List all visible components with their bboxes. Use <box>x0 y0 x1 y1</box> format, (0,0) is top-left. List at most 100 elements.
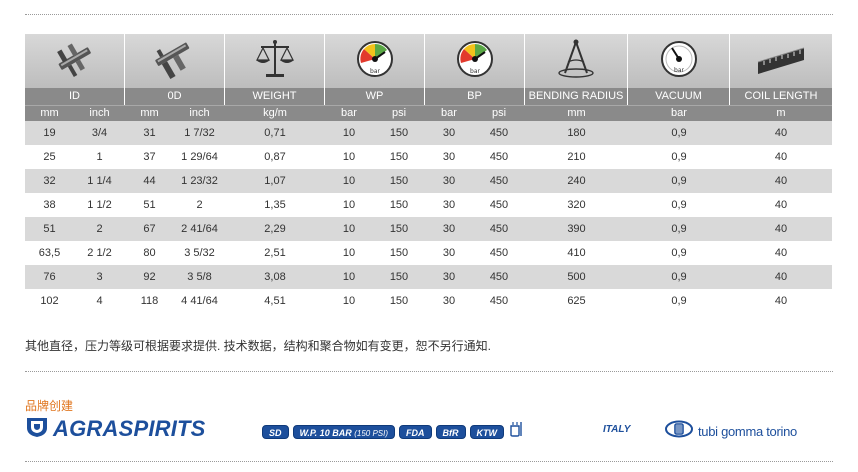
table-cell: 150 <box>389 247 409 259</box>
table-cell: 3,08 <box>264 271 286 283</box>
table-cell: 3 5/8 <box>187 271 212 283</box>
footnote: 其他直径，压力等级可根据要求提供. 技术数据，结构和聚合物如有变更，恕不另行通知… <box>25 339 492 353</box>
middle-divider <box>25 371 833 372</box>
table-cell: 30 <box>442 151 456 163</box>
column-header-od: 0D <box>125 88 225 105</box>
table-cell: 3/4 <box>91 127 108 139</box>
unit-label: mm <box>567 107 586 119</box>
column-header-bp: BP <box>425 88 525 105</box>
unit-row: mm inch mm inch kg/m bar psi bar psi mm bar m <box>25 105 832 121</box>
table-cell: 30 <box>442 199 456 211</box>
header-icon-cell-weight <box>225 34 325 88</box>
table-cell: 2 <box>196 199 203 211</box>
table-cell: 10 <box>342 247 356 259</box>
shield-icon <box>25 416 49 443</box>
table-cell: 10 <box>342 127 356 139</box>
table-cell: 30 <box>442 127 456 139</box>
unit-label: bar <box>671 107 687 119</box>
maker-name: tubi gomma torino <box>698 424 797 439</box>
table-cell: 180 <box>567 127 586 139</box>
table-cell: 150 <box>389 223 409 235</box>
table-cell: 51 <box>43 223 56 235</box>
table-row: 102 4 118 4 41/64 4,51 10 150 30 450 625 0,9 40 <box>25 289 832 313</box>
table-cell: 2 41/64 <box>181 223 218 235</box>
tgt-emblem-icon <box>664 420 694 443</box>
badge-label: W.P. 10 BAR <box>299 427 352 438</box>
table-cell: 150 <box>389 175 409 187</box>
table-cell: 0,9 <box>671 175 687 187</box>
svg-text:bar: bar <box>674 67 684 74</box>
column-header-bending: BENDING RADIUS <box>525 88 628 105</box>
table-cell: 30 <box>442 247 456 259</box>
table-cell: 40 <box>774 271 788 283</box>
table-cell: 2,51 <box>264 247 286 259</box>
table-cell: 67 <box>143 223 156 235</box>
table-cell: 150 <box>389 151 409 163</box>
unit-label: bar <box>341 107 357 119</box>
table-cell: 0,9 <box>671 271 687 283</box>
table-cell: 450 <box>489 199 509 211</box>
unit-label: bar <box>441 107 457 119</box>
table-cell: 0,9 <box>671 151 687 163</box>
badge-label: BfR <box>442 427 459 438</box>
table-cell: 390 <box>567 223 586 235</box>
table-cell: 4,51 <box>264 295 286 307</box>
tubi-gomma-torino-logo: tubi gomma torino <box>664 420 797 443</box>
header-icon-cell-vacuum: bar <box>628 34 730 88</box>
table-cell: 450 <box>489 223 509 235</box>
table-body: 19 3/4 31 1 7/32 0,71 10 150 30 450 180 0,9 40 25 1 37… <box>25 121 832 313</box>
certification-badge: FDA <box>399 424 432 439</box>
table-cell: 0,9 <box>671 127 687 139</box>
table-cell: 500 <box>567 271 586 283</box>
table-cell: 32 <box>43 175 56 187</box>
table-cell: 40 <box>774 295 788 307</box>
table-cell: 450 <box>489 127 509 139</box>
top-divider <box>25 14 833 15</box>
table-cell: 0,9 <box>671 199 687 211</box>
header-icon-cell-coil <box>730 34 832 88</box>
table-cell: 0,9 <box>671 223 687 235</box>
table-cell: 63,5 <box>38 247 61 259</box>
certification-badge: W.P. 10 BAR (150 PSI) <box>292 424 396 439</box>
table-cell: 19 <box>43 127 56 139</box>
certification-badges: SD W.P. 10 BAR (150 PSI) FDA BfR KTW <box>262 421 524 442</box>
table-cell: 450 <box>489 151 509 163</box>
table-cell: 625 <box>567 295 586 307</box>
table-cell: 30 <box>442 295 456 307</box>
unit-label: mm <box>140 107 159 119</box>
brand-name: AGRASPIRITS <box>53 416 206 441</box>
table-cell: 10 <box>342 175 356 187</box>
table-cell: 1 1/2 <box>87 199 112 211</box>
table-cell: 450 <box>489 295 509 307</box>
header-icon-cell-bp: bar <box>425 34 525 88</box>
table-cell: 4 41/64 <box>181 295 218 307</box>
unit-label: m <box>776 107 786 119</box>
table-cell: 40 <box>774 127 788 139</box>
table-cell: 1,35 <box>264 199 286 211</box>
table-cell: 0,9 <box>671 295 687 307</box>
table-cell: 40 <box>774 223 788 235</box>
table-cell: 10 <box>342 199 356 211</box>
table-cell: 2 1/2 <box>87 247 112 259</box>
table-cell: 240 <box>567 175 586 187</box>
table-cell: 102 <box>40 295 59 307</box>
brand-title: 品牌创建 <box>25 399 74 413</box>
table-row: 51 2 67 2 41/64 2,29 10 150 30 450 390 0,9 40 <box>25 217 832 241</box>
food-safe-icon <box>508 421 524 442</box>
table-row: 19 3/4 31 1 7/32 0,71 10 150 30 450 180 0,9 40 <box>25 121 832 145</box>
table-cell: 38 <box>43 199 56 211</box>
table-cell: 450 <box>489 271 509 283</box>
table-cell: 40 <box>774 247 788 259</box>
spec-table: bar bar bar ID 0D WEIGHT WP BP BENDING RADIUS VA… <box>25 34 832 313</box>
badge-label: FDA <box>406 427 425 438</box>
table-row: 76 3 92 3 5/8 3,08 10 150 30 450 500 0,9 40 <box>25 265 832 289</box>
table-cell: 10 <box>342 271 356 283</box>
table-cell: 450 <box>489 175 509 187</box>
table-cell: 210 <box>567 151 586 163</box>
table-row: 32 1 1/4 44 1 23/32 1,07 10 150 30 450 240 0,9 40 <box>25 169 832 193</box>
table-cell: 31 <box>143 127 156 139</box>
table-cell: 118 <box>140 295 159 307</box>
table-cell: 410 <box>567 247 586 259</box>
badge-label: SD <box>269 427 282 438</box>
table-cell: 51 <box>143 199 156 211</box>
